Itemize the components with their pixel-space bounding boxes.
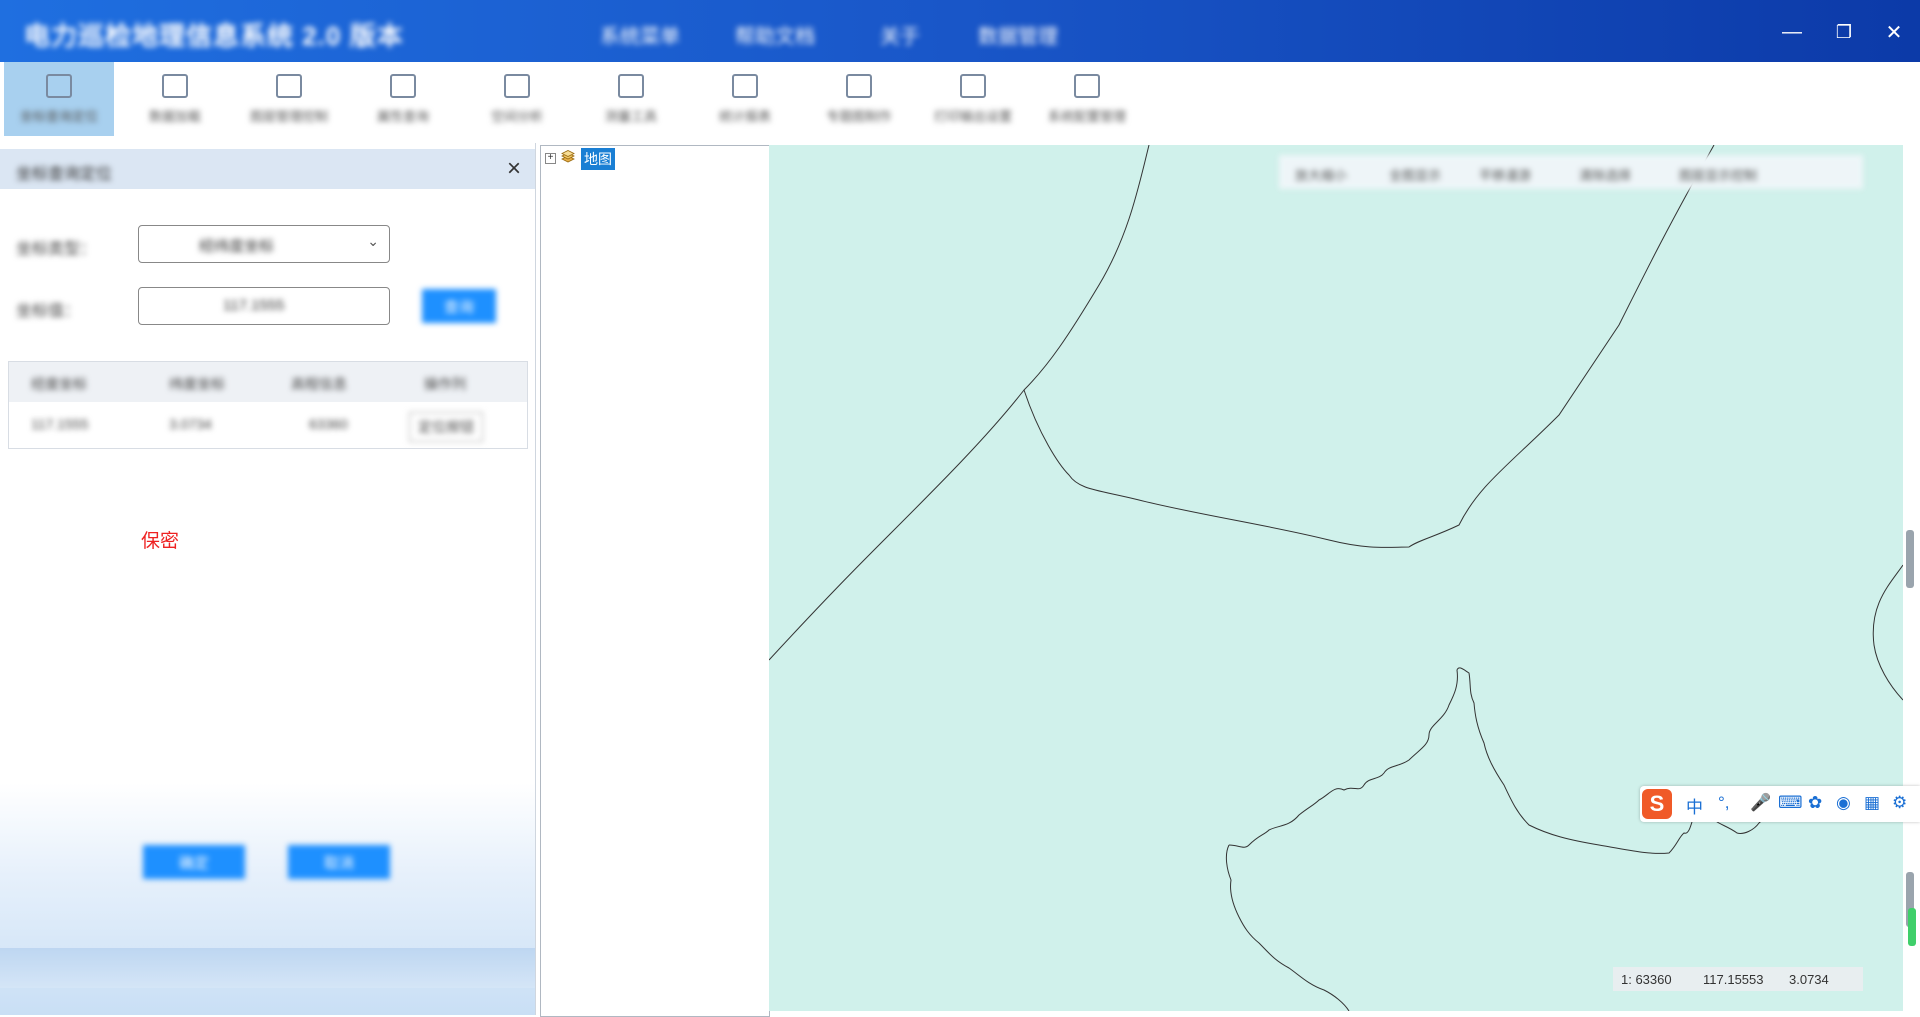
tool-label: 专题图制作 <box>826 108 892 124</box>
tool-label: 图层管理控制 <box>249 108 328 124</box>
coord-value-input[interactable]: 117.1555 <box>138 287 390 325</box>
menu-data[interactable]: 数据管理 <box>978 20 1058 49</box>
main-toolbar: 坐标查询定位 数据加载 图层管理控制 属性查询 空间分析 测量工具 统计报表 专… <box>0 62 1920 138</box>
tool-measure[interactable]: 测量工具 <box>576 62 686 136</box>
app-title: 电力巡检地理信息系统 2.0 版本 <box>24 21 404 51</box>
ime-logo-icon[interactable]: S <box>1642 789 1672 819</box>
level-indicator <box>1908 908 1916 946</box>
microphone-icon[interactable]: 🎤 <box>1750 793 1771 813</box>
load-icon <box>162 73 188 98</box>
layers-icon <box>561 150 575 163</box>
tool-thematic[interactable]: 专题图制作 <box>804 62 914 136</box>
config-icon <box>1074 73 1100 98</box>
result-table: 经度坐标 纬度坐标 高程信息 操作列 117.1555 3.0734 63360… <box>8 361 528 449</box>
expand-icon[interactable]: + <box>545 153 556 164</box>
tool-config[interactable]: 系统配置管理 <box>1032 62 1142 136</box>
table-row[interactable]: 117.1555 3.0734 63360 定位按钮 <box>9 402 527 446</box>
secret-label: 保密 <box>141 531 180 552</box>
coord-input-value: 117.1555 <box>223 297 285 314</box>
tool-locate[interactable]: 坐标查询定位 <box>4 62 114 136</box>
minimize-button[interactable]: — <box>1778 18 1806 46</box>
tool-print[interactable]: 打印输出设置 <box>918 62 1028 136</box>
tool-label: 系统配置管理 <box>1047 108 1126 124</box>
panel-title: 坐标查询定位 <box>16 166 113 183</box>
ime-punctuation[interactable]: °, <box>1718 793 1730 813</box>
map-tool-pan[interactable]: 平移漫游 <box>1479 165 1531 184</box>
column-header: 经度坐标 <box>31 376 87 392</box>
tool-load[interactable]: 数据加载 <box>120 62 230 136</box>
query-panel: 坐标查询定位 × 坐标类型： 经纬度坐标 ⌄ 坐标值： 117.1555 查询 … <box>0 143 536 1015</box>
keyboard-icon[interactable]: ⌨ <box>1778 793 1803 813</box>
table-header: 经度坐标 纬度坐标 高程信息 操作列 <box>9 362 527 402</box>
ime-toolbar: S 中 °, 🎤 ⌨ ✿ ◉ ▦ ⚙ <box>1640 786 1920 822</box>
locate-icon <box>46 73 72 98</box>
analysis-icon <box>504 73 530 98</box>
tool-report[interactable]: 统计报表 <box>690 62 800 136</box>
menu-system[interactable]: 系统菜单 <box>600 20 680 49</box>
thematic-icon <box>846 73 872 98</box>
settings-icon[interactable]: ⚙ <box>1892 793 1907 813</box>
skin-icon[interactable]: ✿ <box>1808 793 1822 813</box>
locate-row-button[interactable]: 定位按钮 <box>409 412 483 442</box>
tool-layer[interactable]: 图层管理控制 <box>234 62 344 136</box>
title-bar: 电力巡检地理信息系统 2.0 版本 系统菜单 帮助文档 关于 数据管理 — ❐ … <box>0 0 1920 62</box>
coord-value-label: 坐标值： <box>16 303 81 320</box>
map-view[interactable]: 放大缩小 全图显示 平移漫游 清除选择 图层显示控制 1: 63360 117.… <box>769 145 1903 1011</box>
vertical-scrollbar[interactable] <box>1906 530 1914 588</box>
map-tool-zoom[interactable]: 放大缩小 <box>1295 165 1347 184</box>
tool-label: 统计报表 <box>718 108 771 124</box>
table-cell: 3.0734 <box>169 416 212 432</box>
report-icon <box>732 73 758 98</box>
map-tool-clear[interactable]: 清除选择 <box>1579 165 1631 184</box>
apps-grid-icon[interactable]: ▦ <box>1864 793 1880 813</box>
column-header: 高程信息 <box>291 376 347 392</box>
ime-mode[interactable]: 中 <box>1686 793 1703 818</box>
tree-root-map[interactable]: 地图 <box>581 148 615 170</box>
attribute-icon <box>390 73 416 98</box>
tool-label: 属性查询 <box>376 108 429 124</box>
map-toolbar: 放大缩小 全图显示 平移漫游 清除选择 图层显示控制 <box>1279 155 1863 189</box>
restore-button[interactable]: ❐ <box>1830 18 1858 46</box>
tool-label: 空间分析 <box>490 108 543 124</box>
table-cell: 117.1555 <box>31 416 89 432</box>
close-icon[interactable]: × <box>507 155 521 183</box>
chevron-down-icon: ⌄ <box>367 233 379 249</box>
tool-attribute[interactable]: 属性查询 <box>348 62 458 136</box>
map-tool-full[interactable]: 全图显示 <box>1389 165 1441 184</box>
tool-label: 测量工具 <box>604 108 657 124</box>
tool-label: 数据加载 <box>148 108 201 124</box>
column-header: 操作列 <box>424 376 466 392</box>
column-header: 纬度坐标 <box>169 376 225 392</box>
status-bar: 1: 63360 117.15553 3.0734 <box>1613 967 1863 991</box>
menu-about[interactable]: 关于 <box>880 20 920 49</box>
tool-label: 坐标查询定位 <box>19 108 98 124</box>
background-illustration <box>0 783 535 1015</box>
close-window-button[interactable]: ✕ <box>1880 18 1908 46</box>
scale-readout: 1: 63360 <box>1621 972 1672 987</box>
bridge-image <box>0 948 535 988</box>
x-coordinate-readout: 117.15553 <box>1703 972 1764 987</box>
robot-icon[interactable]: ◉ <box>1836 793 1851 813</box>
map-boundaries <box>769 145 1903 1011</box>
coord-type-select[interactable]: 经纬度坐标 ⌄ <box>138 225 390 263</box>
panel-header: 坐标查询定位 × <box>0 149 535 189</box>
menu-help[interactable]: 帮助文档 <box>735 20 815 49</box>
print-icon <box>960 73 986 98</box>
coord-type-value: 经纬度坐标 <box>199 238 275 255</box>
tool-analysis[interactable]: 空间分析 <box>462 62 572 136</box>
coord-type-label: 坐标类型： <box>16 241 97 258</box>
measure-icon <box>618 73 644 98</box>
y-coordinate-readout: 3.0734 <box>1789 972 1829 987</box>
ok-button[interactable]: 确定 <box>143 845 245 879</box>
tool-label: 打印输出设置 <box>933 108 1012 124</box>
layer-icon <box>276 73 302 98</box>
map-tool-layers[interactable]: 图层显示控制 <box>1679 165 1757 184</box>
layer-tree: + 地图 <box>540 145 770 1017</box>
table-cell: 63360 <box>309 416 348 432</box>
cancel-button[interactable]: 取消 <box>288 845 390 879</box>
query-button[interactable]: 查询 <box>422 289 496 323</box>
